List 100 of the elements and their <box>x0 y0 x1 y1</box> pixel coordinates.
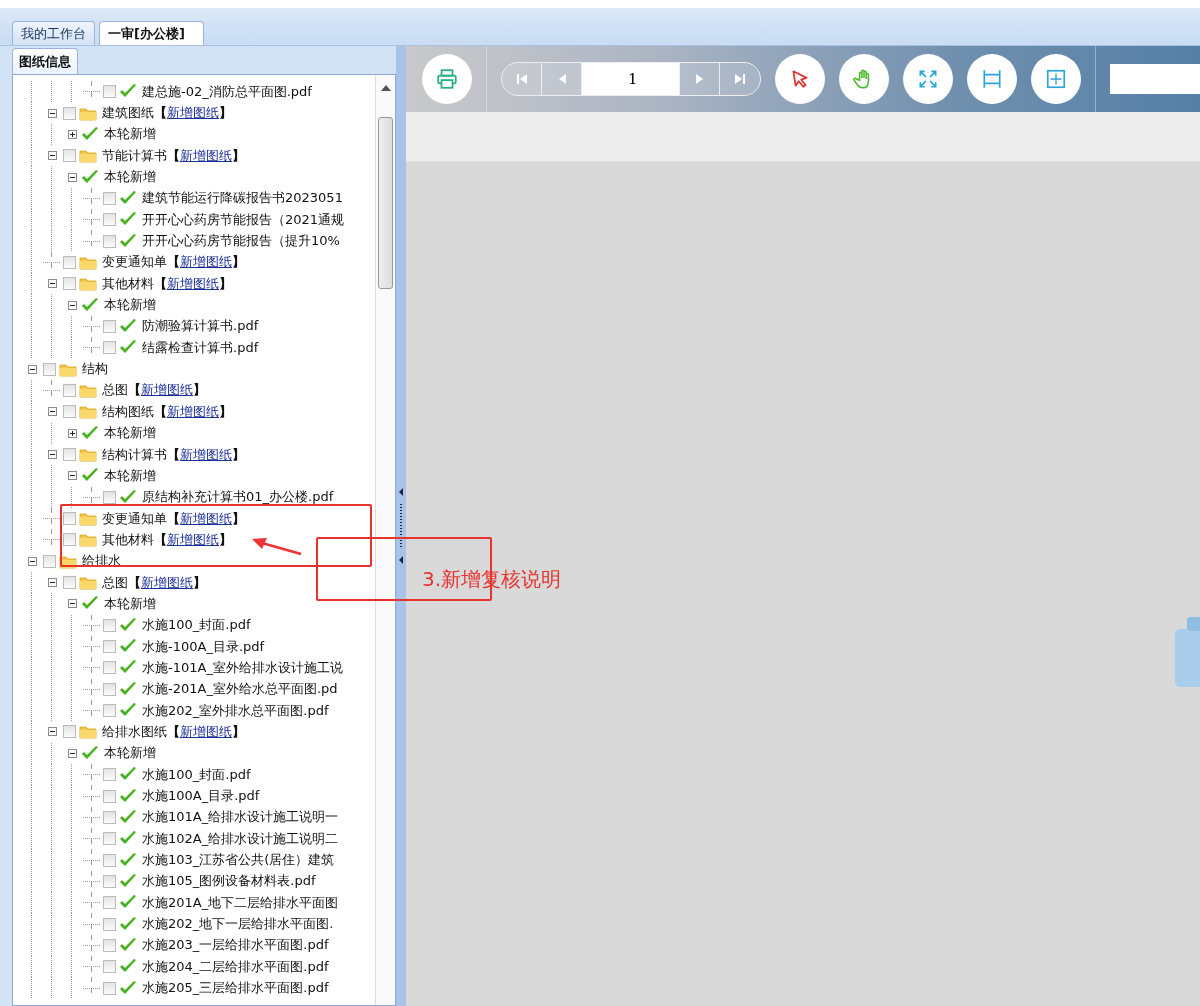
tree-item-label[interactable]: 结构 <box>82 360 108 379</box>
tree-item-label[interactable]: 水施201A_地下二层给排水平面图 <box>142 893 339 912</box>
splitter-handle[interactable] <box>396 46 406 1006</box>
fit-width-button[interactable] <box>967 54 1017 104</box>
tree-item-label[interactable]: 本轮新增 <box>104 125 156 144</box>
checkbox[interactable] <box>103 874 116 888</box>
expander-icon[interactable] <box>47 151 57 161</box>
checkbox[interactable] <box>103 981 116 995</box>
tree-item-label[interactable]: 水施-100A_目录.pdf <box>142 637 265 656</box>
tree-item-label[interactable]: 水施101A_给排水设计施工说明一 <box>142 808 339 827</box>
checkbox[interactable] <box>103 810 116 824</box>
tree-item-label[interactable]: 水施204_二层给排水平面图.pdf <box>142 957 329 976</box>
tree-item-label[interactable]: 建筑节能运行降碳报告书2023051 <box>142 189 343 208</box>
tree-item-label[interactable]: 水施100_封面.pdf <box>142 616 251 635</box>
tree-item-label[interactable]: 本轮新增 <box>104 594 156 613</box>
scrollbar-thumb[interactable] <box>378 117 393 289</box>
add-drawing-link[interactable]: 新增图纸 <box>167 104 219 122</box>
checkbox[interactable] <box>103 191 116 205</box>
checkbox[interactable] <box>43 362 56 376</box>
first-page-button[interactable] <box>502 63 542 95</box>
expander-icon[interactable] <box>67 300 77 310</box>
tree-item-label[interactable]: 原结构补充计算书01_办公楼.pdf <box>142 488 334 507</box>
collapse-icon[interactable] <box>399 488 403 496</box>
checkbox[interactable] <box>103 234 116 248</box>
checkbox[interactable] <box>103 853 116 867</box>
checkbox[interactable] <box>63 448 76 461</box>
checkbox[interactable] <box>103 661 116 675</box>
checkbox[interactable] <box>103 704 116 718</box>
checkbox[interactable] <box>63 277 76 291</box>
tree-item-label[interactable]: 开开心心药房节能报告（提升10% <box>142 232 340 251</box>
checkbox[interactable] <box>103 85 116 99</box>
tree-item-label[interactable]: 水施100_封面.pdf <box>142 765 251 784</box>
checkbox[interactable] <box>103 213 116 227</box>
add-drawing-link[interactable]: 新增图纸 <box>141 573 193 592</box>
expander-icon[interactable] <box>27 556 37 566</box>
add-drawing-link[interactable]: 新增图纸 <box>167 402 219 421</box>
tree-item-label[interactable]: 水施100A_目录.pdf <box>142 787 260 805</box>
tree-item-label[interactable]: 结构计算书 <box>102 445 167 464</box>
tree-item-label[interactable]: 建总施-02_消防总平面图.pdf <box>142 82 312 101</box>
tree-item-label[interactable]: 本轮新增 <box>104 296 156 315</box>
input-field[interactable] <box>1110 64 1200 94</box>
page-number-field[interactable]: 1 <box>582 63 680 95</box>
tree-item-label[interactable]: 水施-201A_室外给水总平面图.pd <box>142 680 338 699</box>
checkbox[interactable] <box>103 960 116 974</box>
tree-item-label[interactable]: 开开心心药房节能报告（2021通规 <box>142 210 345 229</box>
add-drawing-link[interactable]: 新增图纸 <box>167 274 219 293</box>
add-drawing-link[interactable]: 新增图纸 <box>180 146 232 165</box>
expander-icon[interactable] <box>47 279 57 289</box>
tree-item-label[interactable]: 水施105_图例设备材料表.pdf <box>142 872 316 891</box>
tree-item-label[interactable]: 变更通知单 <box>102 253 167 272</box>
add-drawing-link[interactable]: 新增图纸 <box>167 530 219 549</box>
expander-icon[interactable] <box>47 578 57 588</box>
tree-item-label[interactable]: 水施-101A_室外给排水设计施工说 <box>142 658 343 677</box>
checkbox[interactable] <box>103 832 116 846</box>
expander-icon[interactable] <box>47 108 57 118</box>
expander-icon[interactable] <box>67 471 77 481</box>
expander-icon[interactable] <box>67 172 77 182</box>
checkbox[interactable] <box>63 405 76 419</box>
checkbox[interactable] <box>63 149 76 163</box>
add-drawing-link[interactable]: 新增图纸 <box>180 509 232 528</box>
checkbox[interactable] <box>63 255 76 269</box>
tree-item-label[interactable]: 总图 <box>102 573 128 592</box>
tree-item-label[interactable]: 变更通知单 <box>102 509 167 528</box>
tree-item-label[interactable]: 总图 <box>102 381 128 400</box>
tree-item-label[interactable]: 建筑图纸 <box>102 104 154 122</box>
expander-icon[interactable] <box>47 450 57 459</box>
tree-item-label[interactable]: 结构图纸 <box>102 402 154 421</box>
checkbox[interactable] <box>103 789 116 803</box>
expander-icon[interactable] <box>67 428 77 438</box>
checkbox[interactable] <box>43 554 56 568</box>
checkbox[interactable] <box>103 768 116 782</box>
panel-tab[interactable]: 图纸信息 <box>12 48 78 74</box>
collapse-icon[interactable] <box>399 556 403 564</box>
previous-page-button[interactable] <box>542 63 582 95</box>
checkbox[interactable] <box>63 106 76 120</box>
tree-item-label[interactable]: 水施203_一层给排水平面图.pdf <box>142 936 329 955</box>
tree-item-label[interactable]: 节能计算书 <box>102 146 167 165</box>
fullscreen-button[interactable] <box>903 54 953 104</box>
checkbox[interactable] <box>103 490 116 504</box>
add-drawing-link[interactable]: 新增图纸 <box>180 723 232 741</box>
tree-item-label[interactable]: 水施103_江苏省公共(居住）建筑 <box>142 851 335 870</box>
add-drawing-link[interactable]: 新增图纸 <box>141 381 193 400</box>
tree-item-label[interactable]: 其他材料 <box>102 274 154 293</box>
fit-page-button[interactable] <box>1031 54 1081 104</box>
tree-item-label[interactable]: 结露检查计算书.pdf <box>142 338 259 357</box>
add-drawing-link[interactable]: 新增图纸 <box>180 253 232 272</box>
checkbox[interactable] <box>63 512 76 526</box>
add-drawing-link[interactable]: 新增图纸 <box>180 445 232 464</box>
checkbox[interactable] <box>103 917 116 931</box>
checkbox[interactable] <box>103 896 116 910</box>
tree-item-label[interactable]: 本轮新增 <box>104 168 156 187</box>
tree-item-label[interactable]: 本轮新增 <box>104 744 156 763</box>
checkbox[interactable] <box>103 682 116 696</box>
tree-item-label[interactable]: 水施205_三层给排水平面图.pdf <box>142 979 329 998</box>
expander-icon[interactable] <box>67 748 77 758</box>
expander-icon[interactable] <box>67 129 77 139</box>
checkbox[interactable] <box>103 640 116 654</box>
checkbox[interactable] <box>63 725 76 739</box>
tree-item-label[interactable]: 水施202_室外排水总平面图.pdf <box>142 701 329 720</box>
next-page-button[interactable] <box>680 63 720 95</box>
